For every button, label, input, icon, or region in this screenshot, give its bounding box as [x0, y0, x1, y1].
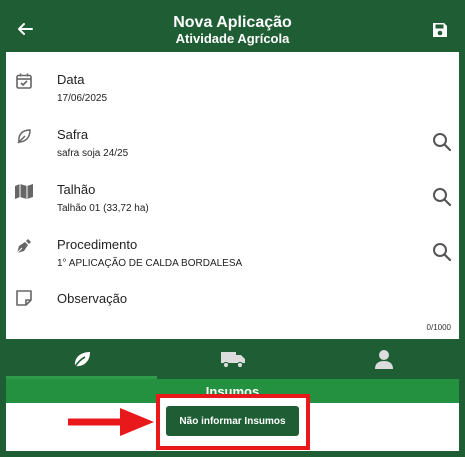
tab-bar [6, 339, 459, 379]
field-observacao[interactable]: Observação [6, 284, 459, 339]
field-label: Talhão [57, 182, 96, 197]
leaf-tab-icon [72, 352, 90, 369]
app-screen: Nova Aplicação Atividade Agrícola Data 1… [6, 6, 459, 451]
field-label: Data [57, 72, 85, 87]
search-procedimento-button[interactable] [431, 241, 453, 263]
search-talhao-button[interactable] [431, 186, 453, 208]
search-safra-button[interactable] [431, 131, 453, 153]
floppy-disk-icon [433, 23, 447, 37]
page-subtitle: Atividade Agrícola [175, 31, 290, 46]
field-procedimento[interactable]: Procedimento 1° APLICAÇÃO DE CALDA BORDA… [6, 224, 459, 279]
field-value: Talhão 01 (33,72 ha) [57, 203, 149, 214]
arrow-left-icon [18, 23, 33, 35]
tab-insumos[interactable] [6, 339, 157, 379]
character-counter: 0/1000 [426, 323, 451, 332]
leaf-icon [14, 126, 34, 146]
tab-transporte[interactable] [157, 339, 308, 379]
field-value: safra soja 24/25 [57, 148, 129, 159]
save-button[interactable] [429, 19, 451, 41]
header-titles: Nova Aplicação Atividade Agrícola [66, 14, 399, 46]
map-icon [14, 181, 34, 201]
no-insumos-button[interactable]: Não informar Insumos [166, 406, 299, 436]
page-title: Nova Aplicação [173, 14, 292, 31]
field-value: 17/06/2025 [57, 93, 108, 104]
top-app-bar: Nova Aplicação Atividade Agrícola [6, 6, 459, 52]
tab-responsavel[interactable] [308, 339, 459, 379]
field-label: Procedimento [57, 237, 138, 252]
pointer-arrow-icon [68, 408, 154, 436]
note-icon [14, 288, 34, 308]
field-label: Safra [57, 127, 89, 142]
field-safra[interactable]: Safra safra soja 24/25 [6, 114, 459, 169]
app-frame: Nova Aplicação Atividade Agrícola Data 1… [0, 0, 465, 457]
search-icon [433, 243, 452, 262]
back-button[interactable] [14, 18, 36, 40]
calendar-check-icon [14, 71, 34, 91]
truck-icon [220, 352, 245, 369]
search-icon [433, 188, 452, 207]
field-talhao[interactable]: Talhão Talhão 01 (33,72 ha) [6, 169, 459, 224]
pen-nib-icon [14, 236, 34, 256]
field-value: 1° APLICAÇÃO DE CALDA BORDALESA [57, 258, 243, 269]
search-icon [433, 133, 452, 152]
field-label: Observação [57, 291, 128, 306]
field-data[interactable]: Data 17/06/2025 [6, 59, 459, 114]
person-icon [374, 350, 393, 369]
